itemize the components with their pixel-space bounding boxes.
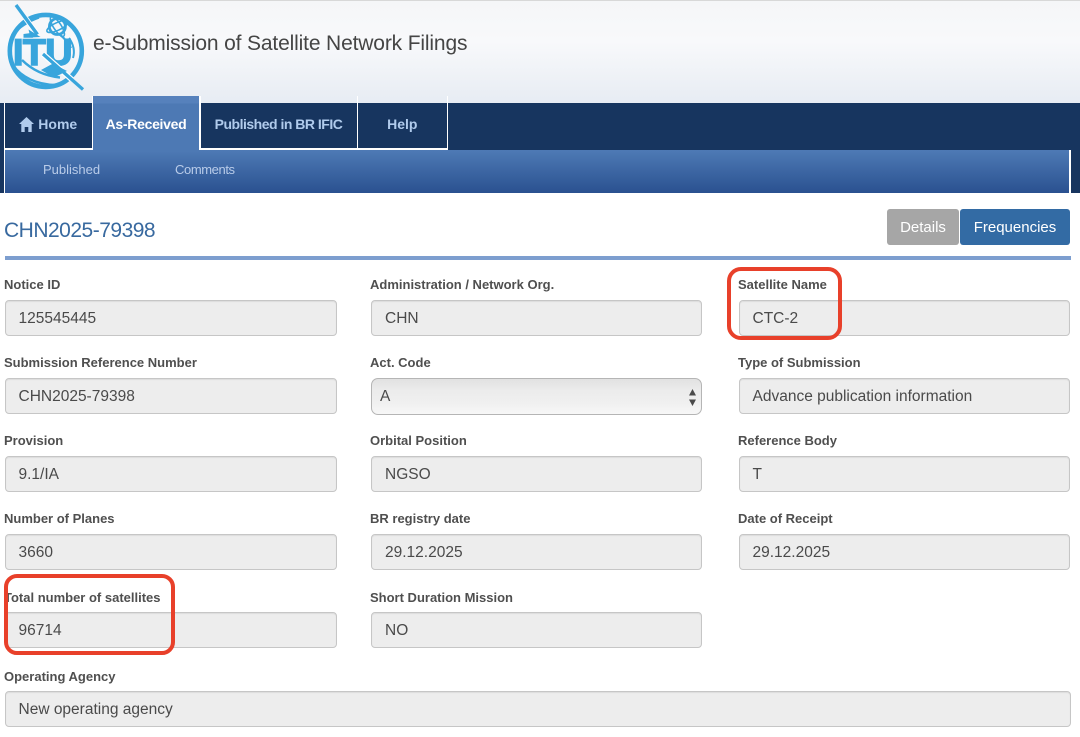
svg-text:ITU: ITU [13, 31, 72, 73]
